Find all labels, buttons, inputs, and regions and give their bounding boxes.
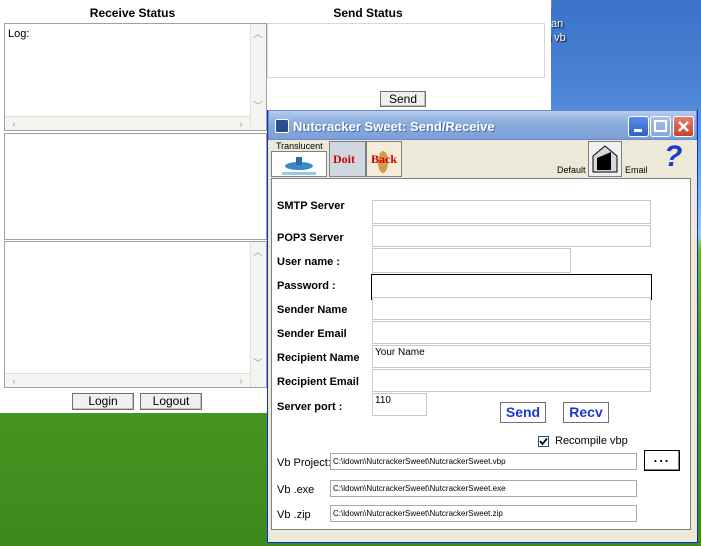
send-receive-dialog: Nutcracker Sweet: Send/Receive Transluce… (267, 110, 698, 543)
smtp-server-input[interactable] (372, 200, 651, 224)
vb-exe-input[interactable]: C:\ldown\NutcrackerSweet\NutcrackerSweet… (330, 480, 637, 497)
translucent-button[interactable] (271, 151, 327, 177)
recipient-name-label: Recipient Name (277, 352, 360, 364)
scroll-left-icon[interactable]: ‹ (7, 118, 21, 130)
smtp-server-label: SMTP Server (277, 200, 345, 212)
sender-email-input[interactable] (372, 321, 651, 344)
server-port-input[interactable]: 110 (372, 393, 427, 416)
vb-project-label: Vb Project: (277, 457, 331, 469)
server-port-label: Server port : (277, 401, 343, 413)
back-label: Back (371, 152, 398, 166)
receive-status-header: Receive Status (89, 6, 176, 20)
translucent-label: Translucent (276, 141, 323, 151)
vb-zip-input[interactable]: C:\ldown\NutcrackerSweet\NutcrackerSweet… (330, 505, 637, 522)
password-label: Password : (277, 280, 336, 292)
scroll-down-icon[interactable]: ﹀ (251, 100, 265, 112)
mailbox-icon (592, 145, 618, 173)
help-icon[interactable]: ? (664, 140, 682, 174)
status-send-button[interactable]: Send (380, 91, 426, 107)
default-email-button[interactable] (588, 141, 622, 177)
back-button[interactable]: Back (366, 141, 402, 177)
close-button[interactable] (673, 116, 694, 137)
maximize-button[interactable] (650, 116, 671, 137)
scroll-right-icon[interactable]: › (234, 375, 248, 387)
message-list-hscroll[interactable]: ‹ › (5, 373, 250, 387)
translucent-icon (282, 157, 316, 175)
app-icon (275, 119, 289, 133)
sender-name-input[interactable] (372, 297, 651, 320)
email-label: Email (625, 165, 648, 175)
sender-email-label: Sender Email (277, 328, 347, 340)
pop3-server-input[interactable] (372, 225, 651, 247)
vb-project-input[interactable]: C:\ldown\NutcrackerSweet\NutcrackerSweet… (330, 453, 637, 470)
recipient-name-input[interactable]: Your Name (372, 345, 651, 368)
minimize-button[interactable] (628, 116, 649, 137)
vb-zip-label: Vb .zip (277, 509, 311, 521)
log-label: Log: (8, 28, 30, 40)
default-label: Default (557, 165, 586, 175)
dialog-recv-button[interactable]: Recv (563, 402, 609, 423)
dialog-title-bar[interactable]: Nutcracker Sweet: Send/Receive (268, 110, 697, 140)
receive-log-hscroll[interactable]: ‹ › (5, 116, 250, 130)
browse-button[interactable]: ... (644, 450, 680, 471)
vb-exe-label: Vb .exe (277, 484, 315, 496)
scroll-up-icon[interactable]: ︿ (251, 28, 265, 40)
dialog-toolbar: Translucent Doit Back Default Email ? (268, 140, 697, 178)
recompile-label: Recompile vbp (555, 435, 628, 447)
recompile-checkbox[interactable] (538, 436, 549, 447)
recipient-email-input[interactable] (372, 369, 651, 392)
doit-button[interactable]: Doit (329, 141, 366, 177)
logout-button[interactable]: Logout (140, 393, 202, 410)
message-list-vscroll[interactable]: ︿ ﹀ (250, 242, 266, 387)
dialog-send-button[interactable]: Send (500, 402, 546, 423)
receive-log-vscroll[interactable]: ︿ ﹀ (250, 24, 266, 130)
scroll-right-icon[interactable]: › (234, 118, 248, 130)
send-status-pane[interactable] (267, 23, 545, 78)
send-status-header: Send Status (333, 6, 403, 20)
user-name-input[interactable] (372, 248, 571, 273)
receive-log-pane[interactable]: Log: ︿ ﹀ ‹ › (4, 23, 267, 131)
sender-name-label: Sender Name (277, 304, 348, 316)
pop3-server-label: POP3 Server (277, 232, 344, 244)
checkmark-icon (539, 437, 548, 446)
user-name-label: User name : (277, 256, 340, 268)
desktop-icon-label-1[interactable]: an (551, 18, 563, 30)
message-pane[interactable] (4, 133, 267, 240)
close-icon (678, 121, 689, 132)
dialog-title: Nutcracker Sweet: Send/Receive (293, 119, 495, 134)
mail-settings-form: SMTP Server POP3 Server User name : Pass… (271, 178, 691, 530)
scroll-left-icon[interactable]: ‹ (7, 375, 21, 387)
recipient-email-label: Recipient Email (277, 376, 359, 388)
login-button[interactable]: Login (72, 393, 134, 410)
doit-label: Doit (333, 152, 355, 166)
minimize-icon (634, 129, 642, 132)
message-list-pane[interactable]: ︿ ﹀ ‹ › (4, 241, 267, 388)
scroll-down-icon[interactable]: ﹀ (251, 357, 265, 369)
scroll-up-icon[interactable]: ︿ (251, 246, 265, 258)
maximize-icon (654, 120, 667, 132)
